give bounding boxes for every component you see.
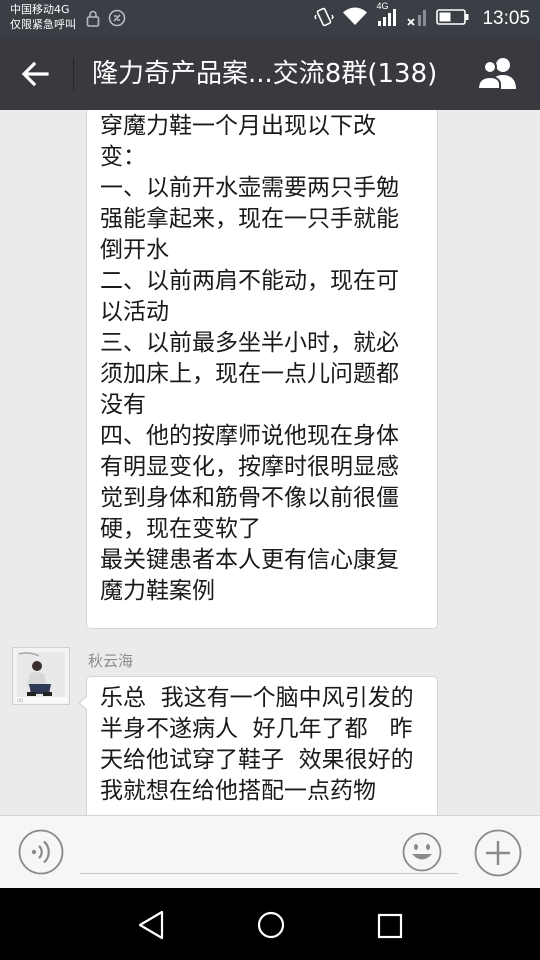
message-line: 一、以前开水壶需要两只手勉 bbox=[100, 175, 399, 201]
group-members-button[interactable] bbox=[476, 55, 520, 93]
emoji-button[interactable] bbox=[402, 832, 442, 872]
vibrate-icon bbox=[314, 7, 335, 31]
message-line: 倒开水 bbox=[100, 237, 169, 263]
network-type-label: 4G bbox=[376, 1, 389, 11]
voice-icon bbox=[18, 829, 64, 879]
emergency-calls-label: 仅限紧急呼叫 bbox=[10, 18, 76, 31]
battery-icon bbox=[436, 8, 470, 30]
message-line: 硬，现在变软了 bbox=[100, 516, 261, 542]
nav-back-icon bbox=[132, 910, 172, 946]
message-line: 二、以前两肩不能动，现在可 bbox=[100, 268, 399, 294]
message-line: 最关键患者本人更有信心康复 bbox=[100, 547, 399, 573]
signal-x-icon bbox=[406, 7, 428, 31]
message-bubble[interactable]: 乐总 我这有一个脑中风引发的 半身不遂病人 好几年了都 昨 天给他试穿了鞋子 效… bbox=[78, 676, 438, 815]
more-functions-button[interactable] bbox=[474, 829, 522, 877]
chat-header: 隆力奇产品案...交流8群(138) bbox=[0, 38, 540, 110]
message-line: 须加床上，现在一点儿问题都 bbox=[100, 361, 399, 387]
message-line: 四、他的按摩师说他现在身体 bbox=[100, 423, 399, 449]
message-line: 以活动 bbox=[100, 299, 169, 325]
message-line: 魔力鞋案例 bbox=[100, 578, 215, 604]
message-line: 穿魔力鞋一个月出现以下改 bbox=[100, 113, 376, 139]
status-time: 13:05 bbox=[482, 8, 530, 29]
sender-name: 秋云海 bbox=[88, 652, 134, 670]
chat-message-list[interactable]: 穿魔力鞋一个月出现以下改 变： 一、以前开水壶需要两只手勉 强能拿起来，现在一只… bbox=[0, 110, 540, 815]
message-line: 没有 bbox=[100, 392, 146, 418]
message-line: 强能拿起来，现在一只手就能 bbox=[100, 206, 399, 232]
wifi-icon bbox=[342, 7, 368, 31]
nav-recents-icon bbox=[372, 913, 408, 948]
message-line: 有明显变化，按摩时很明显感 bbox=[100, 454, 399, 480]
status-bar: 中国移动4G 仅限紧急呼叫 4G 13:05 bbox=[0, 0, 540, 38]
message-line: 三、以前最多坐半小时，就必 bbox=[100, 330, 399, 356]
svg-text:QQ: QQ bbox=[17, 698, 23, 703]
message-input-bar bbox=[0, 815, 540, 888]
system-navigation-bar bbox=[0, 888, 540, 960]
avatar[interactable]: QQ bbox=[12, 647, 70, 705]
voice-input-button[interactable] bbox=[18, 829, 64, 875]
lock-icon bbox=[86, 9, 100, 31]
nav-recents-button[interactable] bbox=[372, 908, 408, 944]
back-button[interactable] bbox=[14, 54, 58, 94]
message-line: 我就想在给他搭配一点药物 bbox=[100, 778, 376, 804]
nav-back-button[interactable] bbox=[132, 908, 172, 942]
message-bubble[interactable]: 穿魔力鞋一个月出现以下改 变： 一、以前开水壶需要两只手勉 强能拿起来，现在一只… bbox=[86, 110, 438, 629]
title-divider bbox=[73, 58, 74, 90]
message-line: 变： bbox=[100, 144, 146, 170]
message-line: 半身不遂病人 好几年了都 昨 bbox=[100, 716, 413, 742]
emoji-icon bbox=[402, 832, 442, 876]
plus-icon bbox=[474, 829, 522, 881]
signal-icon: 4G bbox=[376, 1, 398, 31]
nav-home-button[interactable] bbox=[252, 906, 290, 944]
group-members-icon bbox=[476, 58, 520, 97]
message-line: 觉到身体和筋骨不像以前很僵 bbox=[100, 485, 399, 511]
carrier-info: 中国移动4G 仅限紧急呼叫 bbox=[10, 2, 76, 32]
message-line: 乐总 我这有一个脑中风引发的 bbox=[100, 685, 414, 711]
message-line: 天给他试穿了鞋子 效果很好的 bbox=[100, 747, 414, 773]
chat-title: 隆力奇产品案...交流8群(138) bbox=[92, 59, 438, 89]
nav-home-icon bbox=[252, 911, 290, 948]
no-sim-icon bbox=[108, 9, 126, 31]
back-arrow-icon bbox=[14, 61, 58, 98]
carrier-name: 中国移动4G bbox=[10, 3, 70, 16]
